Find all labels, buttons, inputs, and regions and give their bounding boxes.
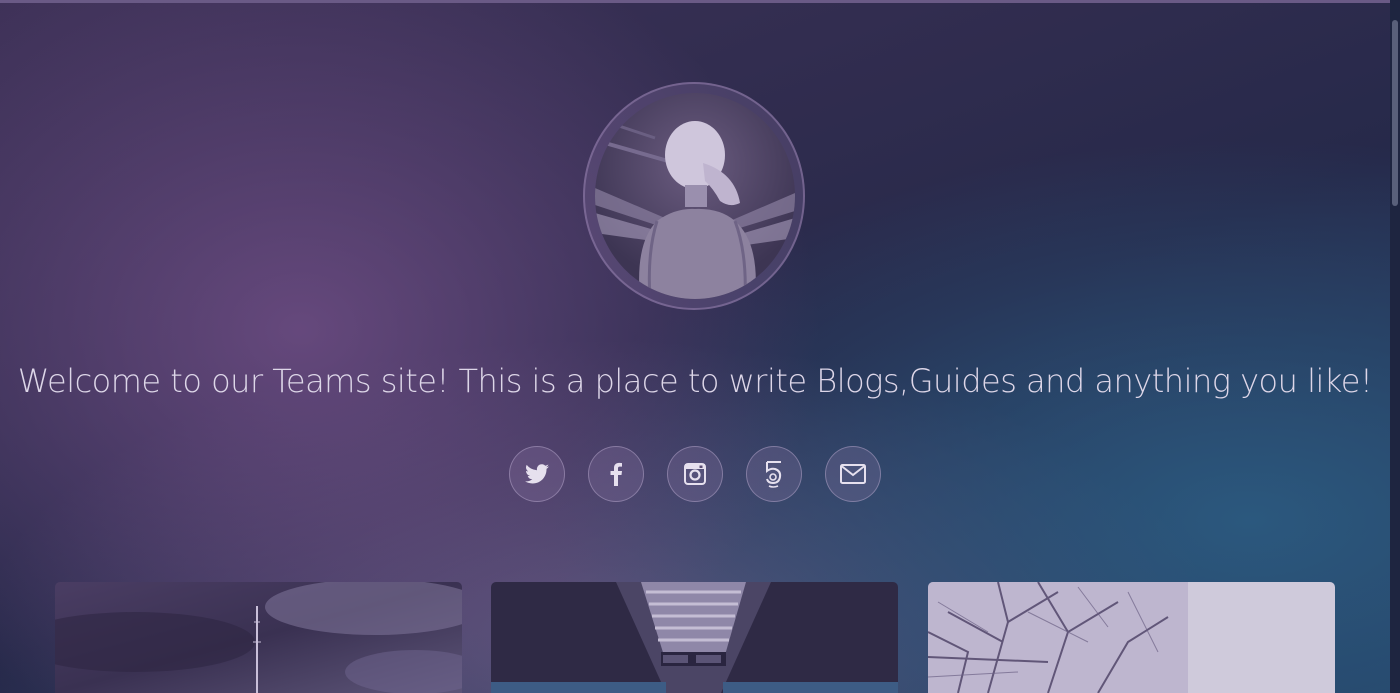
email-button[interactable] [825, 446, 881, 502]
500px-icon [766, 461, 782, 488]
instagram-button[interactable] [667, 446, 723, 502]
snowy-tree-thumbnail [928, 582, 1335, 693]
scrollbar-thumb[interactable] [1392, 20, 1398, 206]
avatar [595, 93, 795, 299]
post-card-3[interactable] [928, 582, 1335, 693]
avatar-photo [595, 121, 795, 299]
post-card-1[interactable] [55, 582, 462, 693]
page-scrollbar[interactable] [1390, 0, 1400, 693]
500px-button[interactable] [746, 446, 802, 502]
post-card-2[interactable] [491, 582, 898, 693]
top-border [0, 0, 1400, 3]
facebook-button[interactable] [588, 446, 644, 502]
envelope-icon [840, 464, 866, 484]
facebook-icon [610, 462, 622, 486]
instagram-icon [684, 463, 706, 485]
welcome-tagline: Welcome to our Teams site! This is a pla… [17, 362, 1373, 400]
twitter-button[interactable] [509, 446, 565, 502]
twitter-icon [525, 464, 549, 484]
train-station-thumbnail [491, 582, 898, 693]
antenna-sky-thumbnail [55, 582, 462, 693]
